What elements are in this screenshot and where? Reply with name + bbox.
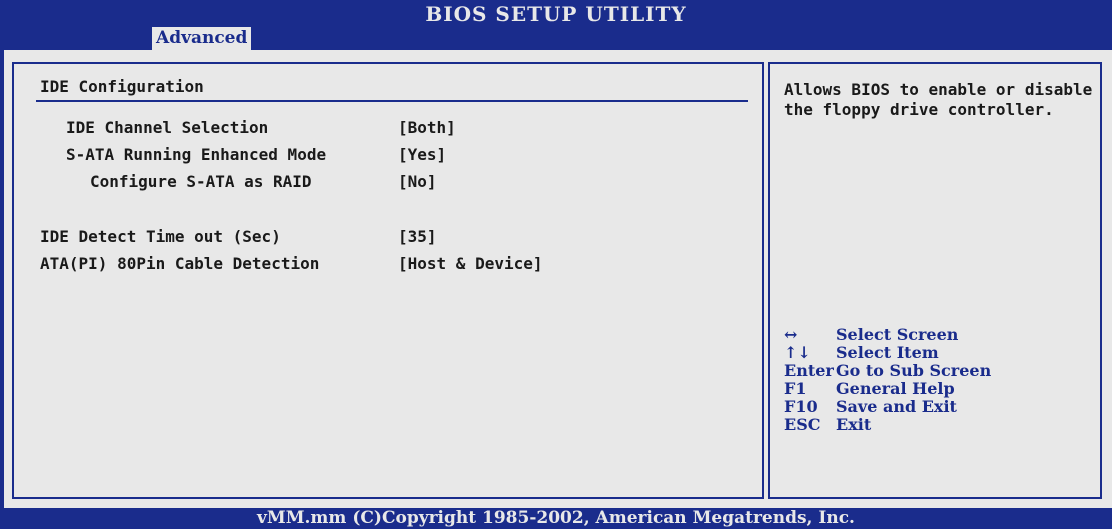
setting-ide-channel-selection[interactable]: IDE Channel Selection [Both] — [66, 118, 496, 140]
key-name: F10 — [784, 397, 818, 416]
tab-advanced[interactable]: Advanced — [152, 27, 252, 50]
setting-value[interactable]: [Host & Device] — [398, 254, 543, 273]
key-legend-row: Enter Go to Sub Screen — [784, 361, 1104, 380]
setting-label: Configure S-ATA as RAID — [90, 172, 312, 191]
key-name: ↑↓ — [784, 343, 811, 362]
setting-ide-detect-timeout[interactable]: IDE Detect Time out (Sec) [35] — [40, 227, 500, 249]
setting-value[interactable]: [No] — [398, 172, 437, 191]
setting-sata-enhanced-mode[interactable]: S-ATA Running Enhanced Mode [Yes] — [66, 145, 496, 167]
key-description: Select Screen — [836, 325, 959, 344]
key-description: Exit — [836, 415, 872, 434]
key-name: F1 — [784, 379, 807, 398]
key-legend-row: F1 General Help — [784, 379, 1104, 398]
setting-value[interactable]: [Yes] — [398, 145, 446, 164]
key-legend-row: ↑↓ Select Item — [784, 343, 1104, 362]
section-title: IDE Configuration — [40, 77, 204, 96]
key-legend: ↔ Select Screen ↑↓ Select Item Enter Go … — [784, 325, 1104, 434]
key-name: ↔ — [784, 325, 798, 344]
help-description: Allows BIOS to enable or disable the flo… — [784, 80, 1093, 119]
key-description: Select Item — [836, 343, 939, 362]
setting-label: IDE Detect Time out (Sec) — [40, 227, 281, 246]
key-legend-row: ESC Exit — [784, 415, 1104, 434]
section-divider — [36, 100, 748, 102]
key-description: General Help — [836, 379, 955, 398]
setting-configure-sata-raid[interactable]: Configure S-ATA as RAID [No] — [90, 172, 510, 194]
key-description: Save and Exit — [836, 397, 957, 416]
setting-label: S-ATA Running Enhanced Mode — [66, 145, 327, 164]
key-name: Enter — [784, 361, 834, 380]
key-legend-row: ↔ Select Screen — [784, 325, 1104, 344]
setting-atapi-cable-detection[interactable]: ATA(PI) 80Pin Cable Detection [Host & De… — [40, 254, 600, 276]
setting-label: ATA(PI) 80Pin Cable Detection — [40, 254, 320, 273]
copyright-footer: vMM.mm (C)Copyright 1985-2002, American … — [0, 508, 1112, 529]
key-legend-row: F10 Save and Exit — [784, 397, 1104, 416]
setting-value[interactable]: [Both] — [398, 118, 456, 137]
setting-value[interactable]: [35] — [398, 227, 437, 246]
key-name: ESC — [784, 415, 821, 434]
key-description: Go to Sub Screen — [836, 361, 992, 380]
bios-title: BIOS SETUP UTILITY — [425, 2, 687, 26]
setting-label: IDE Channel Selection — [66, 118, 269, 137]
